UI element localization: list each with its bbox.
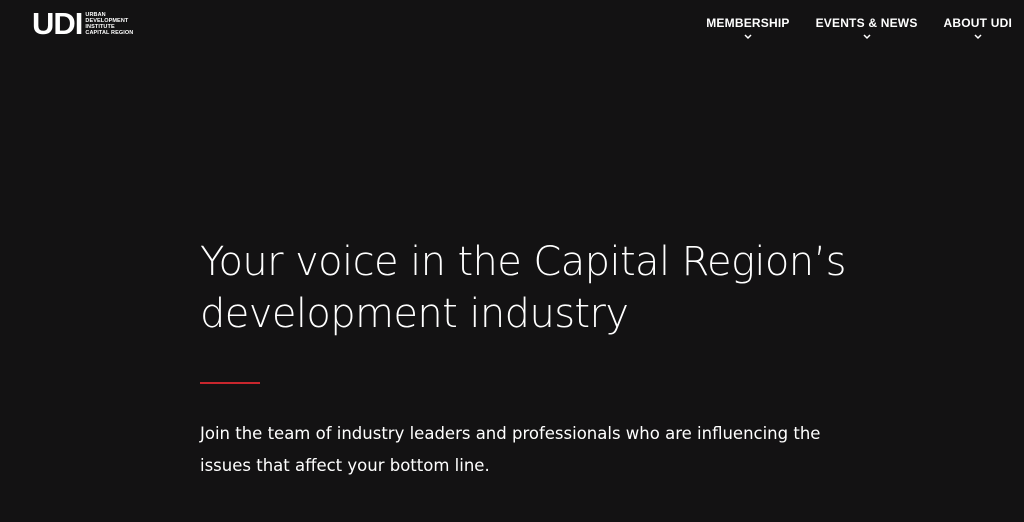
logo-wordmark: URBAN DEVELOPMENT INSTITUTE CAPITAL REGI… [85,12,133,36]
hero-title-line: Your voice in the Capital Region’s [200,239,846,285]
hero-title: Your voice in the Capital Region’s devel… [200,236,900,340]
main-nav: MEMBERSHIP EVENTS & NEWS ABOUT UDI [680,16,1012,40]
nav-item-about-udi[interactable]: ABOUT UDI [944,16,1012,40]
nav-item-events-news[interactable]: EVENTS & NEWS [816,16,918,40]
accent-divider [200,382,260,384]
hero-title-line: development industry [200,291,629,337]
nav-item-membership[interactable]: MEMBERSHIP [706,16,789,40]
hero-body: Join the team of industry leaders and pr… [200,424,821,475]
logo-mark: UDI [32,6,83,41]
nav-label: EVENTS & NEWS [815,16,918,30]
page: UDI URBAN DEVELOPMENT INSTITUTE CAPITAL … [0,0,1024,522]
udi-logo[interactable]: UDI URBAN DEVELOPMENT INSTITUTE CAPITAL … [32,8,133,39]
chevron-down-icon [974,34,982,40]
nav-label: ABOUT UDI [943,16,1012,30]
logo-line: CAPITAL REGION [85,29,134,36]
nav-label: MEMBERSHIP [706,16,790,30]
site-header: UDI URBAN DEVELOPMENT INSTITUTE CAPITAL … [0,0,1024,60]
chevron-down-icon [744,34,752,40]
hero-section: Your voice in the Capital Region’s devel… [200,236,900,482]
chevron-down-icon [863,34,871,40]
